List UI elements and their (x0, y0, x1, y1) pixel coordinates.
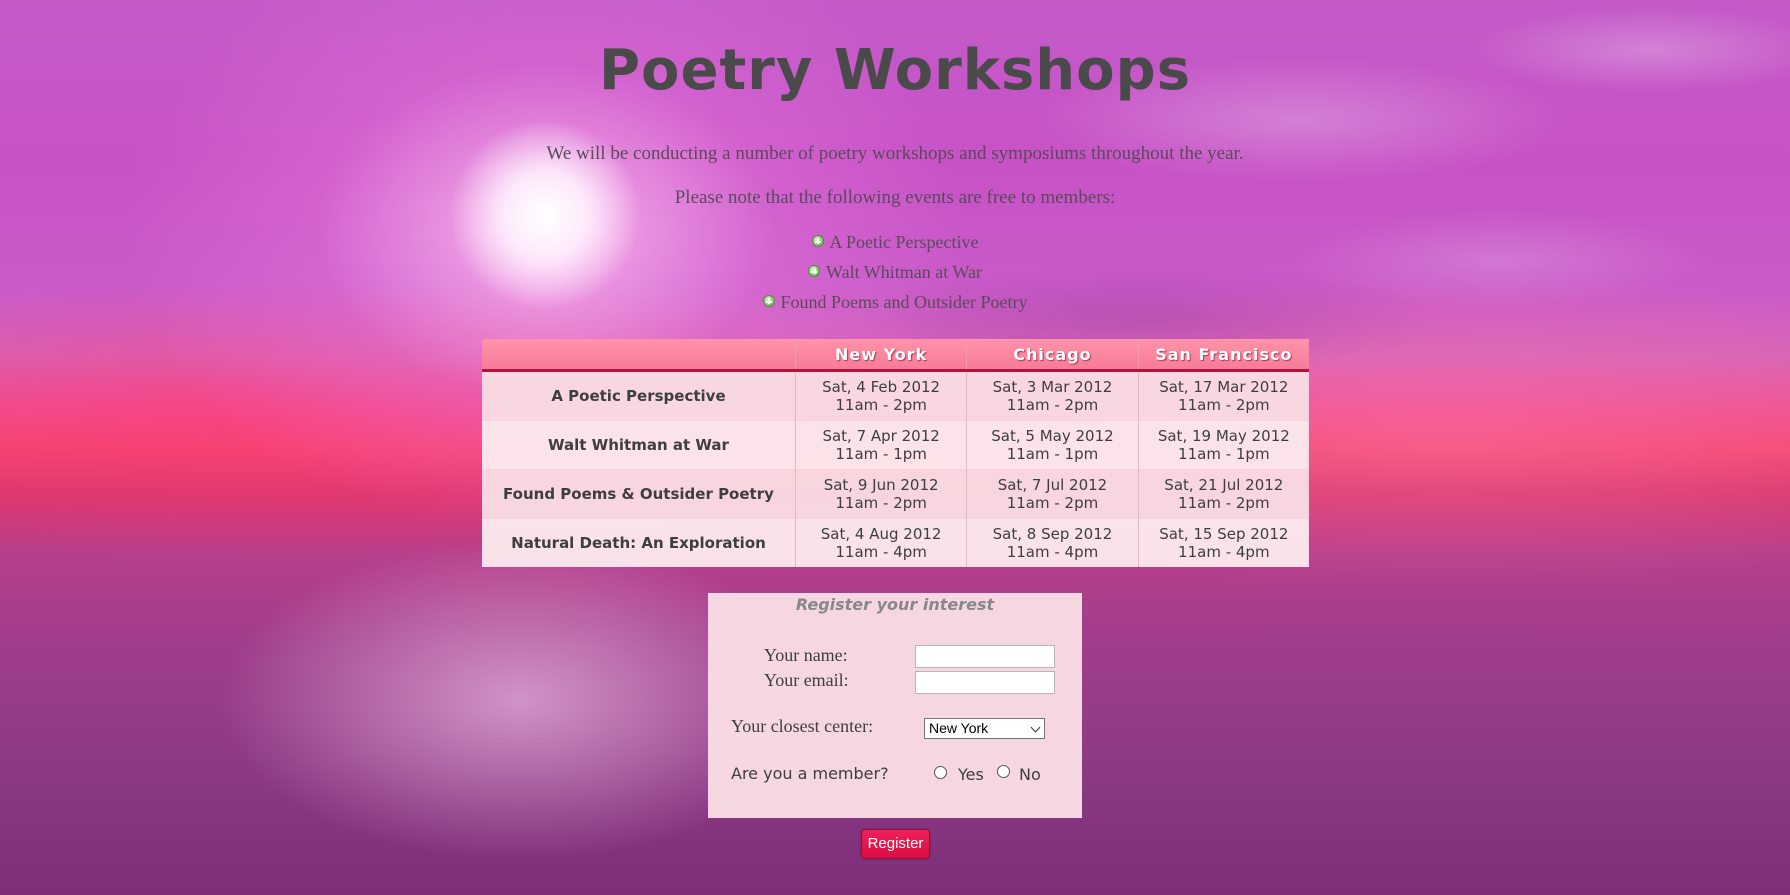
cell-time: 11am - 1pm (1178, 445, 1270, 463)
cell-date: Sat, 9 Jun 2012 (823, 476, 939, 494)
column-header-chicago: Chicago (966, 339, 1139, 372)
list-item: Walt Whitman at War (0, 257, 1790, 287)
register-interest-form: Register your interest Your name: Your e… (708, 593, 1082, 818)
free-event-label: Walt Whitman at War (826, 262, 982, 282)
cell-time: 11am - 1pm (1006, 445, 1099, 463)
workshop-name: Walt Whitman at War (482, 420, 796, 470)
column-header-san-francisco: San Francisco (1137, 339, 1309, 372)
plus-circle-icon (811, 235, 824, 247)
member-yes-radio[interactable] (934, 766, 947, 779)
plus-circle-icon (762, 295, 775, 307)
form-title: Register your interest (795, 595, 995, 614)
cell-date: Sat, 17 Mar 2012 (1159, 378, 1289, 396)
workshop-name: A Poetic Perspective (482, 370, 796, 421)
email-label: Your email: (764, 670, 849, 690)
schedule-cell: Sat, 15 Sep 2012 11am - 4pm (1137, 518, 1309, 567)
list-item: A Poetic Perspective (0, 227, 1790, 257)
intro-text: We will be conducting a number of poetry… (546, 143, 1244, 164)
workshop-schedule-table: New York Chicago San Francisco A Poetic … (482, 339, 1309, 567)
table-row: A Poetic Perspective Sat, 4 Feb 2012 11am… (482, 370, 1309, 421)
cell-date: Sat, 3 Mar 2012 (992, 378, 1113, 396)
column-header-workshop (482, 339, 796, 372)
workshop-name: Natural Death: An Exploration (482, 518, 796, 567)
schedule-cell: Sat, 9 Jun 2012 11am - 2pm (794, 469, 967, 519)
schedule-cell: Sat, 17 Mar 2012 11am - 2pm (1137, 370, 1309, 421)
cell-time: 11am - 2pm (1178, 494, 1270, 512)
cell-time: 11am - 2pm (835, 396, 927, 414)
cell-date: Sat, 15 Sep 2012 (1159, 525, 1289, 543)
member-label: Are you a member? (731, 764, 889, 783)
cell-date: Sat, 21 Jul 2012 (1164, 476, 1284, 494)
table-row: Found Poems & Outsider Poetry Sat, 9 Jun… (482, 469, 1309, 519)
table-row: Walt Whitman at War Sat, 7 Apr 2012 11am … (482, 420, 1309, 470)
schedule-cell: Sat, 4 Feb 2012 11am - 2pm (794, 370, 967, 421)
email-field[interactable] (915, 671, 1055, 694)
name-field[interactable] (915, 645, 1055, 668)
schedule-cell: Sat, 21 Jul 2012 11am - 2pm (1137, 469, 1309, 519)
cell-date: Sat, 19 May 2012 (1157, 427, 1290, 445)
table-header-row: New York Chicago San Francisco (482, 339, 1309, 372)
cell-date: Sat, 4 Feb 2012 (822, 378, 941, 396)
schedule-cell: Sat, 19 May 2012 11am - 1pm (1137, 420, 1309, 470)
cell-date: Sat, 5 May 2012 (991, 427, 1114, 445)
free-event-label: Found Poems and Outsider Poetry (780, 292, 1028, 312)
cell-time: 11am - 1pm (835, 445, 927, 463)
name-label: Your name: (764, 645, 848, 665)
cell-date: Sat, 4 Aug 2012 (820, 525, 942, 543)
workshop-name: Found Poems & Outsider Poetry (482, 469, 796, 519)
cell-time: 11am - 2pm (835, 494, 927, 512)
schedule-cell: Sat, 5 May 2012 11am - 1pm (966, 420, 1139, 470)
list-item: Found Poems and Outsider Poetry (0, 287, 1790, 317)
cell-time: 11am - 4pm (1178, 543, 1270, 561)
free-event-label: A Poetic Perspective (829, 232, 979, 252)
cell-date: Sat, 7 Jul 2012 (997, 476, 1108, 494)
schedule-cell: Sat, 3 Mar 2012 11am - 2pm (966, 370, 1139, 421)
member-yes-label: Yes (958, 765, 984, 784)
cell-time: 11am - 4pm (835, 543, 927, 561)
member-no-label: No (1019, 765, 1041, 784)
schedule-cell: Sat, 4 Aug 2012 11am - 4pm (794, 518, 967, 567)
plus-circle-icon (808, 265, 821, 277)
column-header-new-york: New York (794, 339, 967, 372)
chevron-down-icon (1030, 722, 1041, 733)
schedule-cell: Sat, 8 Sep 2012 11am - 4pm (966, 518, 1139, 567)
page-title: Poetry Workshops (598, 38, 1192, 103)
main-content: Poetry Workshops We will be conducting a… (0, 0, 1790, 317)
cell-time: 11am - 2pm (1178, 396, 1270, 414)
center-selected-value: New York (929, 720, 989, 736)
cell-time: 11am - 2pm (1006, 494, 1099, 512)
member-no-radio[interactable] (997, 765, 1010, 778)
schedule-cell: Sat, 7 Jul 2012 11am - 2pm (966, 469, 1139, 519)
center-label: Your closest center: (731, 716, 874, 736)
free-events-list: A Poetic Perspective Walt Whitman at War… (0, 227, 1790, 317)
free-events-note: Please note that the following events ar… (674, 187, 1116, 208)
register-button[interactable]: Register (861, 829, 930, 859)
cell-date: Sat, 8 Sep 2012 (992, 525, 1113, 543)
table-row: Natural Death: An Exploration Sat, 4 Aug… (482, 518, 1309, 567)
cell-time: 11am - 4pm (1006, 543, 1099, 561)
center-select[interactable]: New York (924, 718, 1045, 739)
schedule-cell: Sat, 7 Apr 2012 11am - 1pm (794, 420, 967, 470)
cell-date: Sat, 7 Apr 2012 (822, 427, 940, 445)
cell-time: 11am - 2pm (1006, 396, 1099, 414)
